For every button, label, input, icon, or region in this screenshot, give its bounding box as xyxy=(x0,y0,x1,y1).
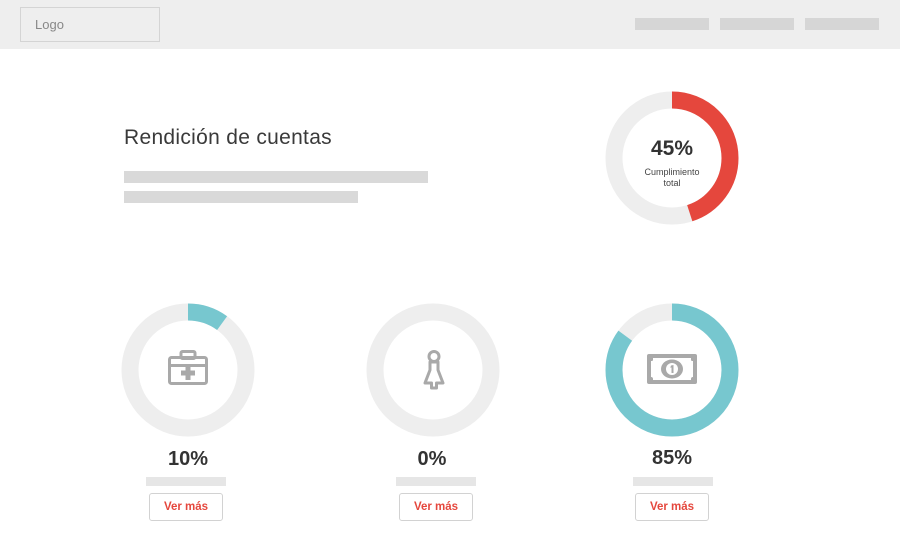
health-percentage: 10% xyxy=(167,448,209,470)
banknote-icon xyxy=(647,354,697,384)
summary-caption-line-2: total xyxy=(663,178,681,188)
money-donut-chart xyxy=(604,302,740,438)
person-percentage: 0% xyxy=(417,448,447,470)
header-bar: Logo xyxy=(0,0,900,49)
nav-item-1[interactable] xyxy=(635,18,709,30)
summary-caption-line-1: Cumplimiento xyxy=(644,167,700,177)
page-title: Rendición de cuentas xyxy=(124,126,332,149)
money-percentage: 85% xyxy=(651,447,693,469)
money-see-more-button[interactable]: Ver más xyxy=(635,493,709,521)
person-icon xyxy=(421,350,447,390)
description-placeholder-line-2 xyxy=(124,191,358,203)
summary-percentage: 45% xyxy=(650,137,694,160)
health-donut-chart xyxy=(120,302,256,438)
person-label-placeholder xyxy=(396,477,476,486)
nav-item-2[interactable] xyxy=(720,18,794,30)
page: Logo Rendición de cuentas 45% Cumplimien… xyxy=(0,0,900,550)
health-see-more-button[interactable]: Ver más xyxy=(149,493,223,521)
money-label-placeholder xyxy=(633,477,713,486)
summary-donut-chart: 45% Cumplimiento total xyxy=(604,90,740,226)
health-label-placeholder xyxy=(146,477,226,486)
nav-item-3[interactable] xyxy=(805,18,879,30)
person-donut-chart xyxy=(365,302,501,438)
person-see-more-button[interactable]: Ver más xyxy=(399,493,473,521)
logo[interactable]: Logo xyxy=(20,7,160,42)
first-aid-kit-icon xyxy=(168,350,208,386)
description-placeholder-line-1 xyxy=(124,171,428,183)
